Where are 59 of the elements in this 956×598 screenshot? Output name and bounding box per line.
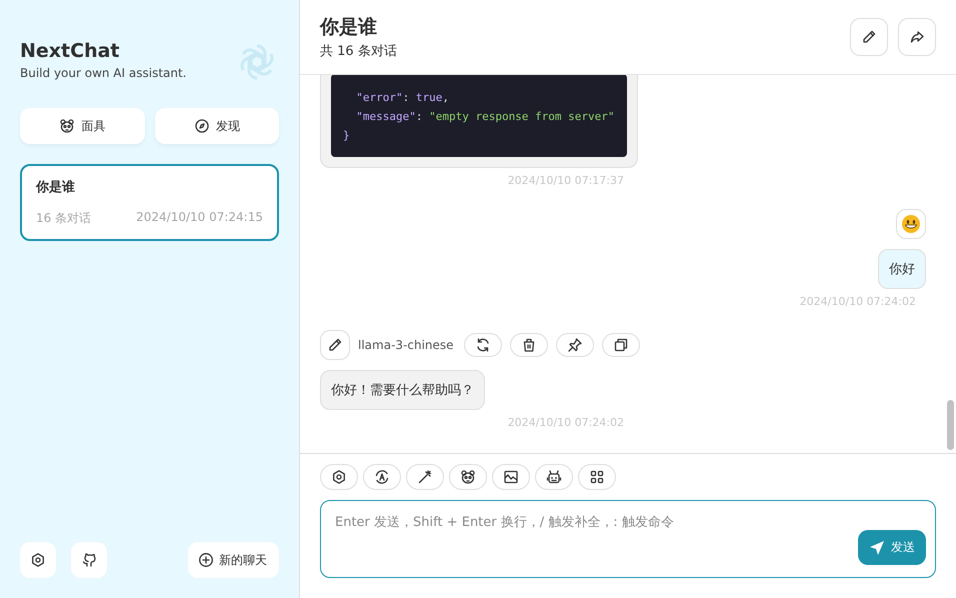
message-count: 16 条对话 (36, 210, 92, 227)
chat-title: 你是谁 (36, 178, 76, 196)
new-chat-button[interactable]: 新的聊天 (188, 542, 279, 578)
smiley-icon (901, 214, 921, 234)
copy-icon (612, 337, 629, 353)
image-icon (503, 469, 519, 485)
chat-time: 2024/10/10 07:24:15 (136, 210, 263, 226)
send-icon (869, 540, 885, 556)
github-icon (81, 552, 97, 568)
translate-tool-button[interactable] (363, 464, 401, 490)
message-time: 2024/10/10 07:17:37 (506, 174, 624, 187)
settings-tool-button[interactable] (320, 464, 358, 490)
share-arrow-icon (909, 29, 925, 45)
edit-button[interactable] (850, 18, 888, 56)
grid-tool-button[interactable] (578, 464, 616, 490)
message-count: 共 16 条对话 (320, 43, 397, 60)
pencil-icon (861, 29, 877, 45)
chat-title: 你是谁 (320, 15, 378, 40)
message-bubble: 你好 (878, 249, 926, 289)
settings-icon (331, 469, 347, 485)
message-bubble: 你好！需要什么帮助吗？ (320, 370, 485, 410)
magic-wand-icon (417, 469, 433, 485)
grid-icon (589, 469, 605, 485)
pencil-icon (327, 337, 343, 353)
magic-tool-button[interactable] (406, 464, 444, 490)
mask-tool-button[interactable] (449, 464, 487, 490)
pin-icon (566, 337, 583, 353)
share-button[interactable] (898, 18, 936, 56)
scrollbar[interactable] (947, 400, 954, 450)
settings-button[interactable] (20, 542, 56, 578)
compass-icon (194, 118, 210, 134)
chat-item[interactable]: 你是谁 16 条对话 2024/10/10 07:24:15 (20, 164, 279, 241)
code-line: "message": "empty response from server" (355, 109, 615, 125)
retry-button[interactable] (464, 333, 502, 357)
message-time: 2024/10/10 07:24:02 (506, 416, 624, 429)
discover-button[interactable]: 发现 (154, 108, 279, 144)
model-avatar[interactable] (320, 330, 350, 360)
code-line: "error": true, (355, 90, 450, 106)
model-name: llama-3-chinese (358, 338, 454, 352)
translate-icon (374, 469, 390, 485)
mask-button[interactable]: 面具 (20, 108, 144, 144)
refresh-icon (474, 337, 491, 353)
message-time: 2024/10/10 07:24:02 (798, 295, 916, 308)
app-title: NextChat (20, 40, 120, 62)
code-line: } (343, 128, 351, 144)
robot-icon (546, 469, 562, 485)
settings-icon (30, 552, 46, 568)
github-button[interactable] (71, 542, 107, 578)
app-subtitle: Build your own AI assistant. (20, 66, 186, 80)
plus-circle-icon (198, 552, 214, 568)
image-tool-button[interactable] (492, 464, 530, 490)
delete-button[interactable] (510, 333, 548, 357)
send-button[interactable]: 发送 (858, 530, 926, 565)
panda-icon (460, 469, 476, 485)
message-input[interactable]: Enter 发送，Shift + Enter 换行，/ 触发补全，: 触发命令 发送 (320, 500, 936, 578)
copy-button[interactable] (602, 333, 640, 357)
robot-tool-button[interactable] (535, 464, 573, 490)
panda-icon (59, 118, 76, 134)
pin-button[interactable] (556, 333, 594, 357)
